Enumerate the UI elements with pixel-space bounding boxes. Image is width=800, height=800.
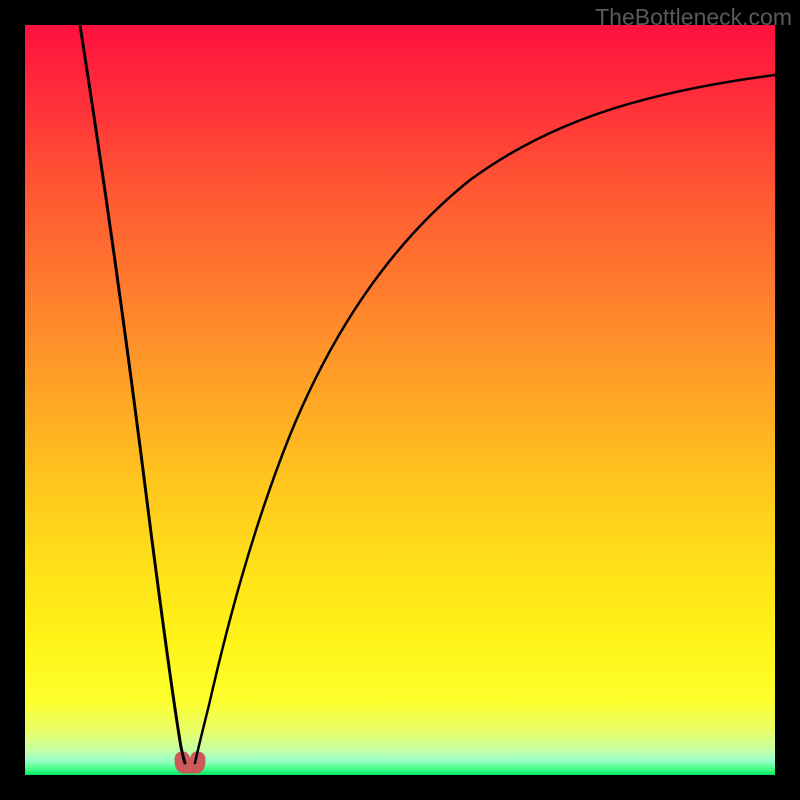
figure-frame: TheBottleneck.com [0,0,800,800]
valley-blob [175,752,205,773]
curve-layer [25,25,775,775]
curve-right-branch [195,75,775,763]
curve-left-branch [80,25,185,763]
plot-area [25,25,775,775]
